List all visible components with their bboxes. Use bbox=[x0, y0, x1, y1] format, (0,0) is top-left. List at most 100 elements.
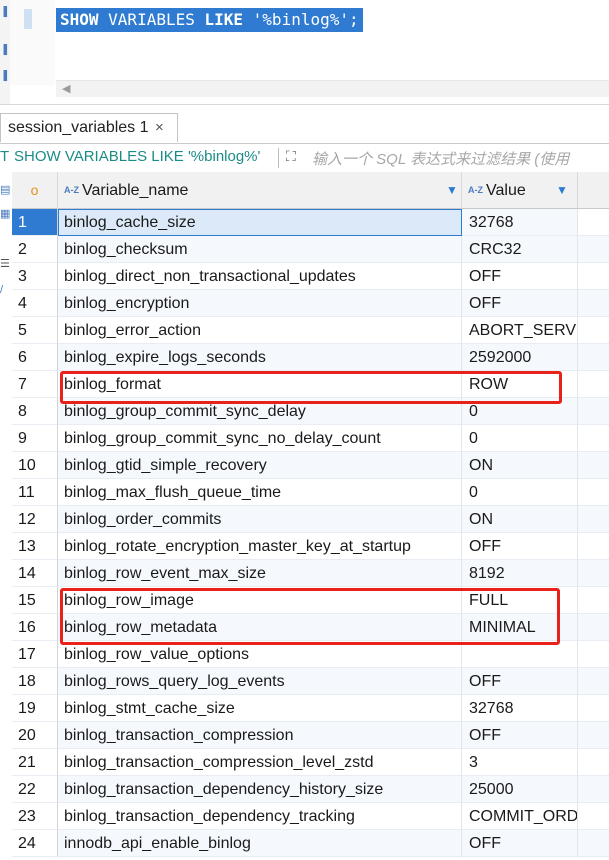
cell-variable-name[interactable]: binlog_rows_query_log_events bbox=[58, 668, 462, 695]
cell-value[interactable]: OFF bbox=[462, 533, 578, 560]
cell-variable-name[interactable]: binlog_transaction_compression bbox=[58, 722, 462, 749]
row-number[interactable]: 1 bbox=[12, 209, 58, 236]
cell-value[interactable]: OFF bbox=[462, 263, 578, 290]
cell-value[interactable]: 8192 bbox=[462, 560, 578, 587]
row-number[interactable]: 7 bbox=[12, 371, 58, 398]
table-row[interactable]: 19 binlog_stmt_cache_size 32768 bbox=[12, 695, 609, 722]
row-number[interactable]: 17 bbox=[12, 641, 58, 668]
cell-value[interactable]: 0 bbox=[462, 479, 578, 506]
cell-value[interactable]: 32768 bbox=[462, 209, 578, 236]
column-header-variable-name[interactable]: A-Z Variable_name ▼ bbox=[58, 172, 462, 208]
table-row[interactable]: 2 binlog_checksum CRC32 bbox=[12, 236, 609, 263]
cell-value[interactable]: ABORT_SERVE bbox=[462, 317, 578, 344]
table-row[interactable]: 16 binlog_row_metadata MINIMAL bbox=[12, 614, 609, 641]
cell-variable-name[interactable]: binlog_encryption bbox=[58, 290, 462, 317]
row-number[interactable]: 11 bbox=[12, 479, 58, 506]
grid-view-icon[interactable]: ▤ bbox=[0, 184, 12, 196]
cell-variable-name[interactable]: binlog_expire_logs_seconds bbox=[58, 344, 462, 371]
sql-query-line[interactable]: SHOW VARIABLES LIKE '%binlog%'; bbox=[56, 8, 363, 32]
cell-variable-name[interactable]: binlog_max_flush_queue_time bbox=[58, 479, 462, 506]
row-number[interactable]: 20 bbox=[12, 722, 58, 749]
expand-icon[interactable]: ⛶ bbox=[286, 148, 296, 165]
column-header-value[interactable]: A-Z Value ▼ bbox=[462, 172, 578, 208]
table-row[interactable]: 14 binlog_row_event_max_size 8192 bbox=[12, 560, 609, 587]
table-row[interactable]: 23 binlog_transaction_dependency_tracking… bbox=[12, 803, 609, 830]
row-number[interactable]: 22 bbox=[12, 776, 58, 803]
row-number[interactable]: 23 bbox=[12, 803, 58, 830]
cell-value[interactable]: ROW bbox=[462, 371, 578, 398]
table-row[interactable]: 7 binlog_format ROW bbox=[12, 371, 609, 398]
cell-variable-name[interactable]: binlog_error_action bbox=[58, 317, 462, 344]
cell-variable-name[interactable]: binlog_direct_non_transactional_updates bbox=[58, 263, 462, 290]
cell-value[interactable]: 3 bbox=[462, 749, 578, 776]
cell-variable-name[interactable]: binlog_group_commit_sync_no_delay_count bbox=[58, 425, 462, 452]
cell-value[interactable]: ON bbox=[462, 452, 578, 479]
table-row[interactable]: 17 binlog_row_value_options bbox=[12, 641, 609, 668]
table-row[interactable]: 8 binlog_group_commit_sync_delay 0 bbox=[12, 398, 609, 425]
row-number[interactable]: 21 bbox=[12, 749, 58, 776]
cell-variable-name[interactable]: binlog_row_value_options bbox=[58, 641, 462, 668]
table-row[interactable]: 4 binlog_encryption OFF bbox=[12, 290, 609, 317]
sort-down-icon[interactable]: ▼ bbox=[556, 172, 568, 208]
cell-variable-name[interactable]: binlog_checksum bbox=[58, 236, 462, 263]
row-number[interactable]: 24 bbox=[12, 830, 58, 857]
filter-input[interactable]: 输入一个 SQL 表达式来过滤结果 (使用 bbox=[312, 148, 569, 169]
cell-variable-name[interactable]: binlog_row_event_max_size bbox=[58, 560, 462, 587]
cell-variable-name[interactable]: binlog_rotate_encryption_master_key_at_s… bbox=[58, 533, 462, 560]
cell-value[interactable]: 32768 bbox=[462, 695, 578, 722]
editor-horizontal-scrollbar[interactable]: ◀ bbox=[56, 80, 609, 97]
table-row[interactable]: 12 binlog_order_commits ON bbox=[12, 506, 609, 533]
cell-value[interactable]: 0 bbox=[462, 398, 578, 425]
table-row[interactable]: 24 innodb_api_enable_binlog OFF bbox=[12, 830, 609, 857]
cell-value[interactable]: MINIMAL bbox=[462, 614, 578, 641]
table-row[interactable]: 10 binlog_gtid_simple_recovery ON bbox=[12, 452, 609, 479]
cell-value[interactable]: COMMIT_ORD bbox=[462, 803, 578, 830]
table-row[interactable]: 11 binlog_max_flush_queue_time 0 bbox=[12, 479, 609, 506]
cell-value[interactable]: OFF bbox=[462, 668, 578, 695]
cell-value[interactable]: ON bbox=[462, 506, 578, 533]
table-row[interactable]: 5 binlog_error_action ABORT_SERVE bbox=[12, 317, 609, 344]
cell-variable-name[interactable]: binlog_stmt_cache_size bbox=[58, 695, 462, 722]
table-row[interactable]: 6 binlog_expire_logs_seconds 2592000 bbox=[12, 344, 609, 371]
text-view-icon[interactable]: ☰ bbox=[0, 258, 12, 270]
table-row[interactable]: 21 binlog_transaction_compression_level_z… bbox=[12, 749, 609, 776]
cell-variable-name[interactable]: binlog_row_image bbox=[58, 587, 462, 614]
sort-down-icon[interactable]: ▼ bbox=[446, 172, 458, 208]
cell-variable-name[interactable]: binlog_cache_size bbox=[58, 209, 462, 236]
cell-value[interactable]: 2592000 bbox=[462, 344, 578, 371]
row-number[interactable]: 13 bbox=[12, 533, 58, 560]
cell-value[interactable]: 0 bbox=[462, 425, 578, 452]
table-row[interactable]: 3 binlog_direct_non_transactional_updates… bbox=[12, 263, 609, 290]
table-row[interactable]: 20 binlog_transaction_compression OFF bbox=[12, 722, 609, 749]
cell-variable-name[interactable]: binlog_format bbox=[58, 371, 462, 398]
sql-editor[interactable]: ▐ ▐ ▐ SHOW VARIABLES LIKE '%binlog%'; ◀ bbox=[0, 0, 609, 105]
row-number[interactable]: 12 bbox=[12, 506, 58, 533]
close-icon[interactable]: × bbox=[155, 114, 164, 142]
cell-value[interactable]: OFF bbox=[462, 290, 578, 317]
cell-value[interactable]: OFF bbox=[462, 830, 578, 857]
pin-icon[interactable]: / bbox=[0, 284, 12, 296]
row-number[interactable]: 6 bbox=[12, 344, 58, 371]
row-number[interactable]: 18 bbox=[12, 668, 58, 695]
panel-icon[interactable]: ▦ bbox=[0, 208, 12, 220]
row-number[interactable]: 3 bbox=[12, 263, 58, 290]
row-number[interactable]: 10 bbox=[12, 452, 58, 479]
table-row[interactable]: 15 binlog_row_image FULL bbox=[12, 587, 609, 614]
row-number[interactable]: 5 bbox=[12, 317, 58, 344]
cell-variable-name[interactable]: binlog_order_commits bbox=[58, 506, 462, 533]
row-number[interactable]: 8 bbox=[12, 398, 58, 425]
cell-variable-name[interactable]: binlog_transaction_dependency_tracking bbox=[58, 803, 462, 830]
row-number[interactable]: 4 bbox=[12, 290, 58, 317]
cell-variable-name[interactable]: binlog_transaction_compression_level_zst… bbox=[58, 749, 462, 776]
table-row[interactable]: 18 binlog_rows_query_log_events OFF bbox=[12, 668, 609, 695]
row-number[interactable]: 19 bbox=[12, 695, 58, 722]
cell-variable-name[interactable]: binlog_gtid_simple_recovery bbox=[58, 452, 462, 479]
cell-value[interactable]: CRC32 bbox=[462, 236, 578, 263]
row-number[interactable]: 2 bbox=[12, 236, 58, 263]
row-number[interactable]: 9 bbox=[12, 425, 58, 452]
cell-value[interactable]: FULL bbox=[462, 587, 578, 614]
cell-variable-name[interactable]: binlog_group_commit_sync_delay bbox=[58, 398, 462, 425]
cell-value[interactable] bbox=[462, 641, 578, 668]
cell-value[interactable]: 25000 bbox=[462, 776, 578, 803]
cell-value[interactable]: OFF bbox=[462, 722, 578, 749]
